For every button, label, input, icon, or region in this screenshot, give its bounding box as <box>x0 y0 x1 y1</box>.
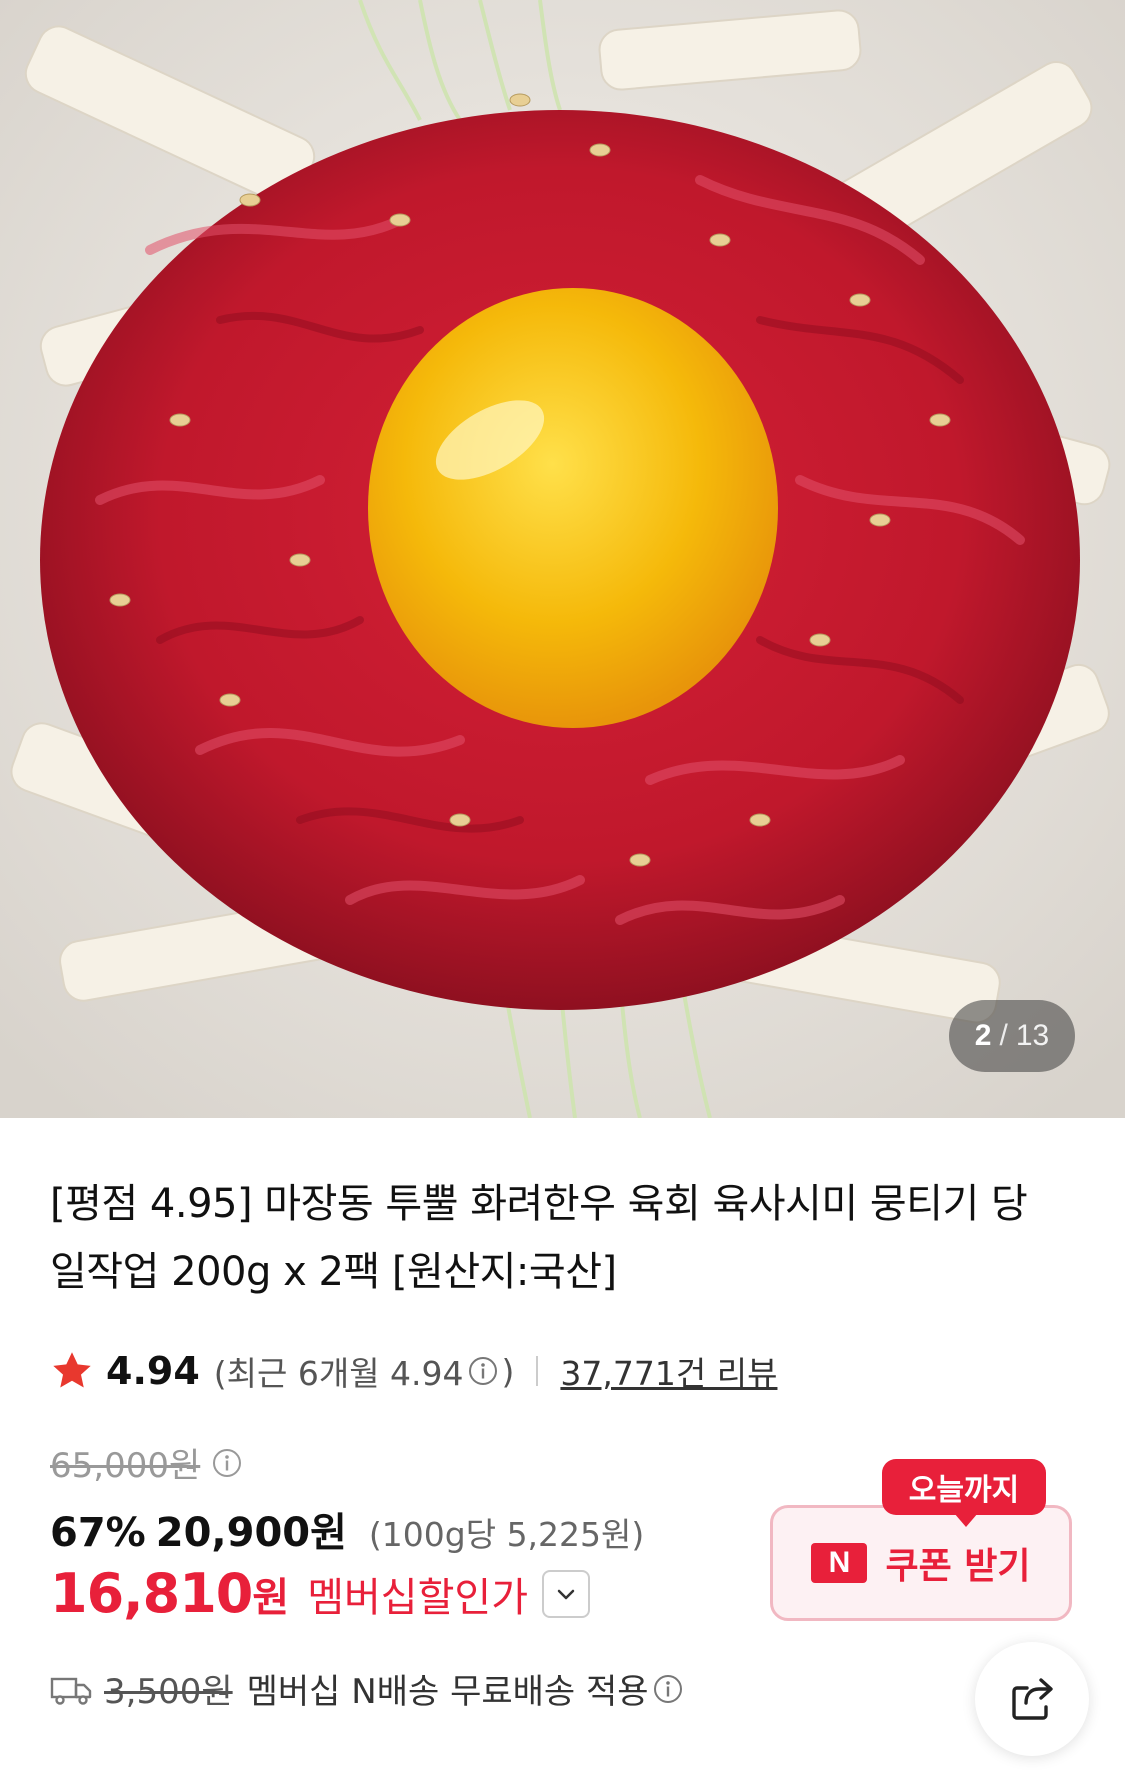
product-title: [평점 4.95] 마장동 투뿔 화려한우 육회 육사시미 뭉티기 당일작업 2… <box>50 1181 1028 1295</box>
image-counter: 2 / 13 <box>949 1000 1075 1072</box>
membership-expand-button[interactable] <box>542 1569 591 1618</box>
info-icon[interactable] <box>653 1674 683 1704</box>
image-counter-current: 2 <box>974 1019 992 1052</box>
product-page: 2 / 13 [평점 4.95] 마장동 투뿔 화려한우 육회 육사시미 뭉티기… <box>0 0 1125 1772</box>
coupon-deadline-tag: 오늘까지 <box>882 1459 1046 1527</box>
coupon-button-label: 쿠폰 받기 <box>885 1546 1031 1587</box>
sale-price-row: 67% 20,900원 (100g당 5,225원) <box>50 1500 644 1558</box>
unit-price: (100g당 5,225원) <box>368 1515 645 1554</box>
rating-recent: (최근 6개월 4.94 ) <box>214 1347 515 1395</box>
get-coupon-button[interactable]: N 쿠폰 받기 <box>770 1505 1072 1621</box>
sale-price: 20,900원 <box>155 1510 347 1556</box>
review-count-link[interactable]: 37,771건 리뷰 <box>560 1347 777 1395</box>
membership-price-label: 멤버십할인가 <box>307 1574 529 1621</box>
membership-price-row: 16,810 원 멤버십할인가 <box>50 1562 591 1625</box>
discount-rate: 67% <box>50 1510 146 1556</box>
membership-price: 16,810 <box>50 1562 253 1625</box>
rating-score: 4.94 <box>106 1349 200 1393</box>
rating-recent-text: (최근 6개월 4.94 <box>213 1354 464 1393</box>
rating-row: 4.94 (최근 6개월 4.94 ) 37,771건 리뷰 <box>50 1346 777 1396</box>
image-counter-separator: / <box>999 1019 1008 1052</box>
original-shipping-fee: 3,500원 <box>104 1672 233 1712</box>
star-icon <box>53 1352 91 1388</box>
original-price: 65,000원 <box>50 1446 201 1486</box>
shipping-row: 3,500원 멤버십 N배송 무료배송 적용 <box>50 1664 687 1713</box>
info-icon[interactable] <box>468 1356 498 1386</box>
image-counter-total: 13 <box>1015 1019 1050 1052</box>
product-image[interactable]: 2 / 13 <box>0 0 1125 1118</box>
original-price-row: 65,000원 <box>50 1438 246 1487</box>
chevron-down-icon <box>557 1589 575 1599</box>
naver-n-badge: N <box>811 1543 868 1583</box>
shipping-text: 멤버십 N배송 무료배송 적용 <box>246 1672 649 1712</box>
share-button[interactable] <box>975 1642 1089 1756</box>
membership-price-unit: 원 <box>252 1574 290 1621</box>
info-icon[interactable] <box>212 1448 242 1478</box>
rating-recent-close: ) <box>501 1351 515 1391</box>
truck-icon <box>50 1677 92 1705</box>
share-icon <box>1012 1678 1053 1720</box>
divider <box>536 1356 539 1386</box>
yukhoe-photo <box>0 0 1125 1118</box>
